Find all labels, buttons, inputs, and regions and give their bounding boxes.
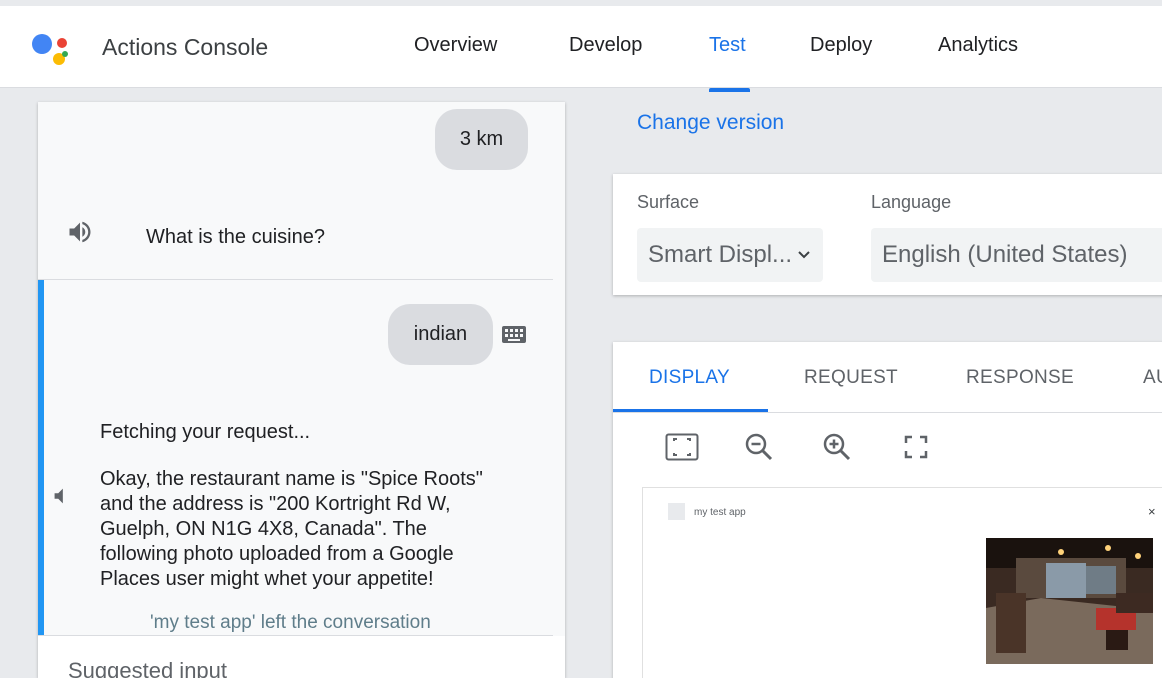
active-turn-indicator <box>38 280 44 636</box>
output-display-card: DISPLAY REQUEST RESPONSE AU my test app … <box>613 342 1162 678</box>
divider <box>38 279 553 280</box>
surface-select[interactable]: Smart Displ... <box>637 228 823 282</box>
language-value: English (United States) <box>882 241 1128 268</box>
speaker-volume-icon[interactable] <box>66 218 94 246</box>
assistant-question: What is the cuisine? <box>146 226 325 248</box>
tab-request[interactable]: REQUEST <box>804 367 898 389</box>
close-icon[interactable]: × <box>1148 504 1156 519</box>
zoom-in-icon[interactable] <box>821 431 855 463</box>
google-assistant-logo-icon <box>30 28 74 72</box>
simulator-conversation-panel: 3 km What is the cuisine? indian Fetchin… <box>38 102 565 678</box>
keyboard-icon <box>502 326 526 343</box>
user-message-bubble: 3 km <box>435 109 528 170</box>
fullscreen-icon[interactable] <box>899 431 933 463</box>
nav-overview[interactable]: Overview <box>414 34 497 57</box>
change-version-link[interactable]: Change version <box>637 111 784 135</box>
app-title: Actions Console <box>102 34 269 60</box>
user-message-text: 3 km <box>459 128 504 150</box>
surface-label: Surface <box>637 192 700 212</box>
suggested-input-label: Suggested input <box>68 658 228 678</box>
zoom-out-icon[interactable] <box>743 431 777 463</box>
assistant-status: Fetching your request... <box>100 421 311 443</box>
assistant-response: Okay, the restaurant name is "Spice Root… <box>100 468 483 590</box>
language-label: Language <box>871 192 952 212</box>
speaker-muted-icon[interactable] <box>50 485 72 507</box>
device-app-name: my test app <box>694 507 746 518</box>
tab-response[interactable]: RESPONSE <box>966 367 1074 389</box>
divider <box>613 412 1162 413</box>
language-select[interactable]: English (United States) <box>871 228 1162 282</box>
user-message-text: indian <box>413 323 468 345</box>
nav-deploy[interactable]: Deploy <box>810 34 872 57</box>
tab-display[interactable]: DISPLAY <box>649 367 730 389</box>
chevron-down-icon <box>798 251 810 259</box>
top-app-bar: Actions Console Overview Develop Test De… <box>0 0 1162 92</box>
app-icon <box>668 503 685 520</box>
nav-analytics[interactable]: Analytics <box>938 34 1018 57</box>
user-message-bubble: indian <box>388 304 493 365</box>
tab-audio[interactable]: AU <box>1143 367 1162 389</box>
fit-screen-icon[interactable] <box>665 431 699 463</box>
active-nav-indicator <box>709 88 750 92</box>
simulator-settings-card: Surface Smart Displ... Language English … <box>613 174 1162 295</box>
surface-value: Smart Displ... <box>648 241 793 268</box>
nav-test[interactable]: Test <box>709 34 746 57</box>
restaurant-photo <box>986 538 1153 664</box>
conversation-ended-note: 'my test app' left the conversation <box>150 612 431 633</box>
nav-develop[interactable]: Develop <box>569 34 642 57</box>
smart-display-preview: my test app × <box>642 487 1162 678</box>
